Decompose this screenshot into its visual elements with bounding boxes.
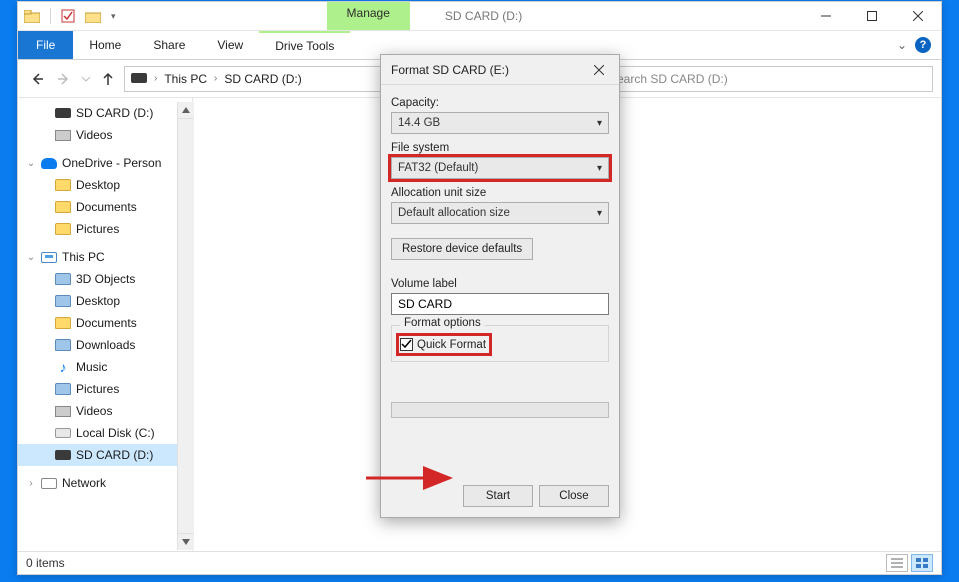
breadcrumb-sep: › xyxy=(212,73,219,84)
format-options-legend: Format options xyxy=(400,317,485,329)
progress-bar xyxy=(391,402,609,418)
chevron-down-icon: ▾ xyxy=(597,208,602,219)
filesystem-combo[interactable]: FAT32 (Default)▾ xyxy=(391,157,609,179)
volume-label-input[interactable] xyxy=(391,293,609,315)
tree-videos-top[interactable]: Videos xyxy=(18,124,192,146)
tree-pictures[interactable]: Pictures xyxy=(18,378,192,400)
tree-downloads[interactable]: Downloads xyxy=(18,334,192,356)
back-button[interactable] xyxy=(26,68,48,90)
format-options-fieldset: Format options Quick Format xyxy=(391,325,609,362)
close-dialog-button[interactable]: Close xyxy=(539,485,609,507)
quick-format-checkbox[interactable] xyxy=(400,338,413,351)
up-button[interactable] xyxy=(97,68,119,90)
ribbon-tab-share[interactable]: Share xyxy=(137,31,201,59)
restore-defaults-button[interactable]: Restore device defaults xyxy=(391,238,533,260)
titlebar: ▾ Manage SD CARD (D:) xyxy=(18,2,941,30)
tree-desktop[interactable]: Desktop xyxy=(18,290,192,312)
nav-tree[interactable]: SD CARD (D:) Videos ⌄OneDrive - Person D… xyxy=(18,98,193,551)
ribbon-tab-view[interactable]: View xyxy=(201,31,259,59)
qat-checkbox-icon[interactable] xyxy=(61,9,75,23)
status-bar: 0 items xyxy=(18,551,941,574)
explorer-icon xyxy=(24,10,40,23)
usb-drive-icon xyxy=(131,72,147,86)
capacity-combo[interactable]: 14.4 GB▾ xyxy=(391,112,609,134)
chevron-down-icon: ▾ xyxy=(597,163,602,174)
breadcrumb-sep: › xyxy=(152,73,159,84)
breadcrumb-current[interactable]: SD CARD (D:) xyxy=(224,72,301,86)
view-details-button[interactable] xyxy=(886,554,908,572)
filesystem-label: File system xyxy=(391,142,609,154)
dialog-close-button[interactable] xyxy=(589,65,609,75)
forward-button[interactable] xyxy=(53,68,75,90)
tree-onedrive-pictures[interactable]: Pictures xyxy=(18,218,192,240)
ribbon-collapse-icon[interactable]: ⌄ xyxy=(897,38,907,52)
tree-scrollbar[interactable] xyxy=(177,102,194,550)
scroll-up-icon[interactable] xyxy=(178,102,194,119)
recent-dropdown[interactable] xyxy=(80,68,92,90)
volume-label-label: Volume label xyxy=(391,278,609,290)
tree-network[interactable]: ›Network xyxy=(18,472,192,494)
ribbon-file-tab[interactable]: File xyxy=(18,31,73,59)
tree-onedrive[interactable]: ⌄OneDrive - Person xyxy=(18,152,192,174)
maximize-button[interactable] xyxy=(849,2,895,30)
tree-onedrive-desktop[interactable]: Desktop xyxy=(18,174,192,196)
annotation-arrow xyxy=(362,464,462,492)
dialog-title: Format SD CARD (E:) xyxy=(391,63,509,77)
scroll-down-icon[interactable] xyxy=(178,533,194,550)
status-item-count: 0 items xyxy=(26,556,65,570)
dialog-titlebar: Format SD CARD (E:) xyxy=(381,55,619,85)
format-dialog: Format SD CARD (E:) Capacity: 14.4 GB▾ F… xyxy=(380,54,620,518)
tree-sdcard[interactable]: SD CARD (D:) xyxy=(18,444,192,466)
allocation-combo[interactable]: Default allocation size▾ xyxy=(391,202,609,224)
context-tab-manage[interactable]: Manage xyxy=(327,2,410,30)
ribbon-tab-home[interactable]: Home xyxy=(73,31,137,59)
chevron-down-icon: ▾ xyxy=(597,118,602,129)
search-input[interactable]: Search SD CARD (D:) xyxy=(602,66,933,92)
allocation-label: Allocation unit size xyxy=(391,187,609,199)
close-button[interactable] xyxy=(895,2,941,30)
help-icon[interactable]: ? xyxy=(915,37,931,53)
capacity-label: Capacity: xyxy=(391,97,609,109)
tree-music[interactable]: ♪Music xyxy=(18,356,192,378)
quick-format-label: Quick Format xyxy=(417,339,486,351)
tree-thispc[interactable]: ⌄This PC xyxy=(18,246,192,268)
start-button[interactable]: Start xyxy=(463,485,533,507)
window-title: SD CARD (D:) xyxy=(410,2,803,30)
qat-folder-icon[interactable] xyxy=(85,10,101,23)
ribbon-tab-drive-tools[interactable]: Drive Tools xyxy=(259,31,350,59)
minimize-button[interactable] xyxy=(803,2,849,30)
tree-sdcard-top[interactable]: SD CARD (D:) xyxy=(18,102,192,124)
tree-localdisk[interactable]: Local Disk (C:) xyxy=(18,422,192,444)
tree-3dobjects[interactable]: 3D Objects xyxy=(18,268,192,290)
tree-onedrive-documents[interactable]: Documents xyxy=(18,196,192,218)
tree-documents[interactable]: Documents xyxy=(18,312,192,334)
breadcrumb-this-pc[interactable]: This PC xyxy=(164,72,207,86)
qat-dropdown-icon[interactable]: ▾ xyxy=(111,11,116,22)
tree-videos[interactable]: Videos xyxy=(18,400,192,422)
view-large-icons-button[interactable] xyxy=(911,554,933,572)
